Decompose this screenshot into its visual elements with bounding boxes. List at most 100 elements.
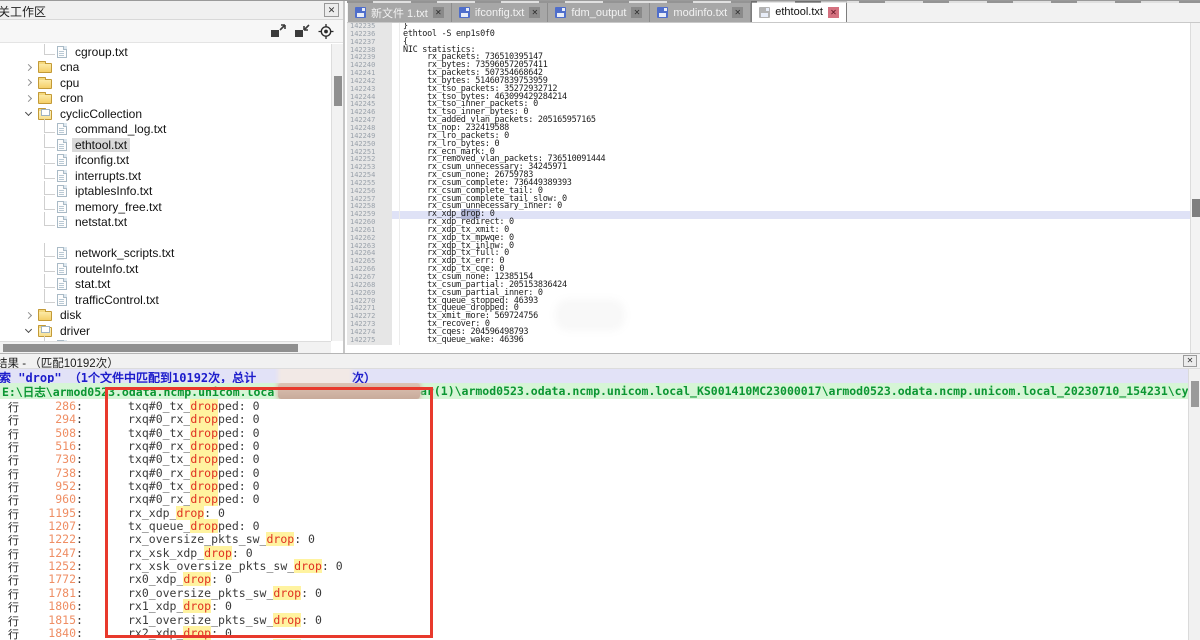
result-row[interactable]: 行730:txq#0_tx_dropped: 0 [0,452,1188,465]
result-row[interactable]: 行286:txq#0_tx_dropped: 0 [0,399,1188,412]
gutter-margin [392,337,400,345]
locate-file-icon[interactable] [318,24,335,39]
result-row[interactable]: 行738:rxq#0_rx_dropped: 0 [0,466,1188,479]
editor-vertical-scrollbar[interactable] [1190,23,1200,353]
workspace-close-icon[interactable]: ✕ [324,3,339,17]
result-row[interactable]: 行1781:rx0_oversize_pkts_sw_drop: 0 [0,586,1188,599]
chevron-right-icon[interactable] [25,64,32,71]
search-results-panel: 结果 - （匹配10192次） ✕ 搜索 "drop" （1个文件中匹配到101… [0,353,1200,640]
gutter-margin [392,227,400,235]
expand-all-icon[interactable] [270,24,287,39]
gutter-margin [392,282,400,290]
close-icon[interactable]: ✕ [631,7,642,18]
close-icon[interactable]: ✕ [433,7,444,18]
line-text: rx_lro_bytes: 0 [400,141,1190,149]
line-text: rx_xdp_tx_full: 0 [400,250,1190,258]
tab-modinfo.txt[interactable]: modinfo.txt✕ [650,3,751,22]
result-text: rx0_xdp_drop: 0 [128,572,232,586]
code-area[interactable]: 142235}142236ethtool -S enp1s0f0142237{1… [347,23,1190,353]
chevron-down-icon[interactable] [25,326,32,333]
result-row[interactable]: 行960:rxq#0_rx_dropped: 0 [0,492,1188,505]
result-row[interactable]: 行1840:rx2_xdp_drop: 0 [0,626,1188,639]
tree-horizontal-scrollbar[interactable] [0,341,331,353]
tab-新文件 1.txt[interactable]: 新文件 1.txt✕ [348,3,452,22]
colon: : [76,519,83,533]
result-file-path[interactable]: E:\日志\armod0523.odata.ncmp.unicom.loca a… [0,383,1200,400]
match-highlight: drop [190,426,218,440]
colon: : [76,586,83,600]
tree-item-trafficControl.txt[interactable]: trafficControl.txt [0,292,331,308]
colon: : [76,532,83,546]
result-row[interactable]: 行1222:rx_oversize_pkts_sw_drop: 0 [0,532,1188,545]
tree-item-cpu[interactable]: cpu [0,75,331,91]
scrollbar-thumb[interactable] [334,76,342,106]
chevron-down-icon[interactable] [25,109,32,116]
tree-item-netstat.txt[interactable]: netstat.txt [0,215,331,231]
collapse-all-icon[interactable] [294,24,311,39]
close-icon[interactable]: ✕ [732,7,743,18]
gutter-margin [392,70,400,78]
result-row[interactable]: 行1815:rx1_oversize_pkts_sw_drop: 0 [0,613,1188,626]
close-icon[interactable]: ✕ [828,7,839,18]
line-text: rx_xdp_tx_xmit: 0 [400,227,1190,235]
scrollbar-thumb[interactable] [1192,199,1200,217]
file-icon [57,263,67,275]
file-icon [57,139,67,151]
result-row[interactable]: 行1247:rx_xsk_xdp_drop: 0 [0,546,1188,559]
tree-item-label: iptablesInfo.txt [72,184,155,198]
tree-item-label: network_scripts.txt [72,246,177,260]
scrollbar-thumb[interactable] [1191,381,1199,407]
result-row[interactable]: 行1195:rx_xdp_drop: 0 [0,506,1188,519]
match-highlight: drop [273,613,301,627]
results-vertical-scrollbar[interactable] [1188,369,1200,640]
tree-connector [44,274,55,288]
file-icon [57,278,67,290]
tree-item-label: trafficControl.txt [72,293,162,307]
tree-item-cgroup.txt[interactable]: cgroup.txt [0,44,331,60]
chevron-right-icon[interactable] [25,79,32,86]
gutter-margin [392,172,400,180]
editor-line: 142236ethtool -S enp1s0f0 [347,31,1190,39]
line-number: 142275 [347,337,392,345]
tree-connector [44,212,55,226]
result-line-number: 1207 [24,519,76,533]
colon: : [76,412,83,426]
tab-ifconfig.txt[interactable]: ifconfig.txt ✕ [452,3,549,22]
result-row[interactable]: 行1806:rx1_xdp_drop: 0 [0,599,1188,612]
result-row[interactable]: 行294:rxq#0_rx_dropped: 0 [0,412,1188,425]
match-highlight: drop [190,466,218,480]
tree-vertical-scrollbar[interactable] [331,44,343,341]
result-row[interactable]: 行952:txq#0_tx_dropped: 0 [0,479,1188,492]
tab-label: ethtool.txt [775,6,823,18]
result-row[interactable]: 行1772:rx0_xdp_drop: 0 [0,572,1188,585]
tree-item-label: ifconfig.txt [72,153,132,167]
match-highlight: drop [176,506,204,520]
result-row[interactable]: 行1207:tx_queue_dropped: 0 [0,519,1188,532]
search-summary: 搜索 "drop" （1个文件中匹配到10192次，总计 次） [0,369,1200,383]
tree-item-disk[interactable]: disk [0,308,331,324]
scrollbar-thumb[interactable] [3,344,298,352]
result-row[interactable]: 行516:rxq#0_rx_dropped: 0 [0,439,1188,452]
result-row[interactable]: 行1252:rx_xsk_oversize_pkts_sw_drop: 0 [0,559,1188,572]
tab-ethtool.txt[interactable]: ethtool.txt ✕ [751,1,847,22]
tree-item-cna[interactable]: cna [0,60,331,76]
close-icon[interactable]: ✕ [529,7,540,18]
result-line-number: 1772 [24,572,76,586]
chevron-right-icon[interactable] [25,95,32,102]
match-highlight: drop [190,519,218,533]
gutter-margin [392,125,400,133]
result-line-number: 516 [24,439,76,453]
tree-item-cron[interactable]: cron [0,91,331,107]
top-region: 关工作区 ✕ cgroup.txtcnacpucroncyclicCollect… [0,1,1200,353]
results-close-icon[interactable]: ✕ [1183,355,1197,367]
match-highlight: drop [190,452,218,466]
tree-item-label: cna [57,60,82,74]
gutter-margin [392,196,400,204]
tab-fdm_output[interactable]: fdm_output✕ [548,3,650,22]
chevron-right-icon[interactable] [25,312,32,319]
tab-label: ifconfig.txt [475,7,525,19]
tree-item-label: cyclicCollection [57,107,145,121]
save-icon [459,7,470,18]
result-line-number: 1195 [24,506,76,520]
result-row[interactable]: 行508:txq#0_tx_dropped: 0 [0,426,1188,439]
